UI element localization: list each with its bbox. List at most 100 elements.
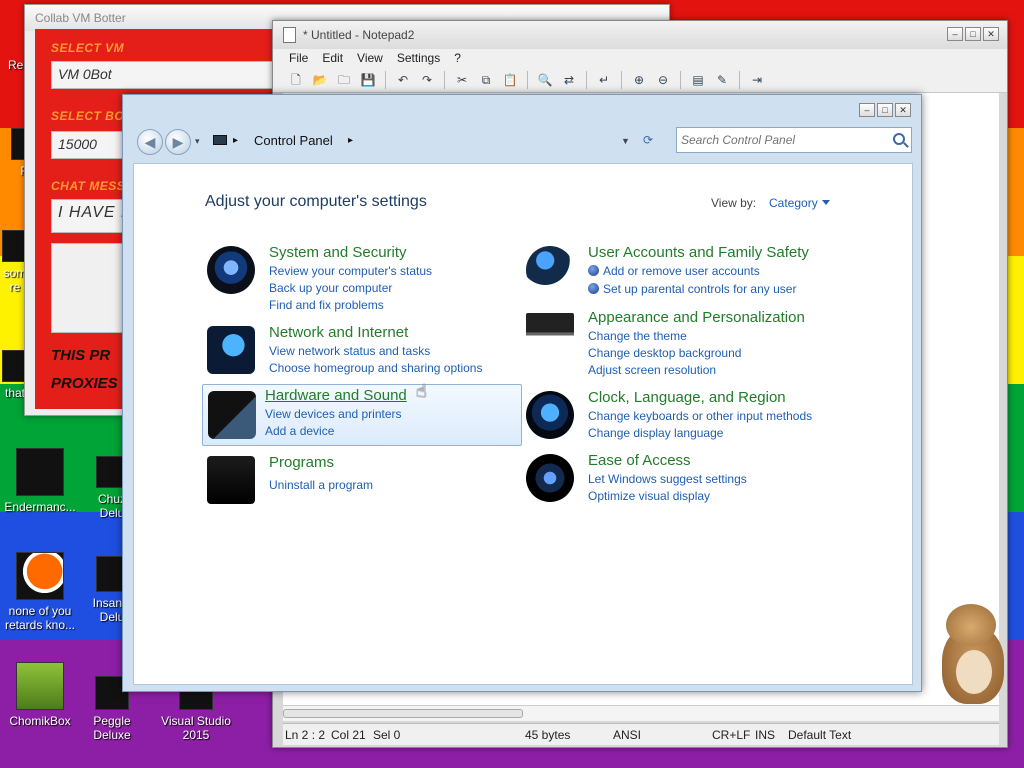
appearance-icon[interactable] bbox=[526, 313, 574, 345]
open-folder-icon[interactable]: 📂 bbox=[311, 71, 329, 89]
menu-view[interactable]: View bbox=[357, 49, 383, 67]
redo-icon[interactable]: ↷ bbox=[418, 71, 436, 89]
system-security-icon[interactable] bbox=[207, 246, 255, 294]
category-link[interactable]: Change keyboards or other input methods bbox=[588, 409, 812, 423]
desktop-icon-label: Peggle Deluxe bbox=[93, 714, 131, 742]
desktop-icon-chomikbox[interactable]: ChomikBox bbox=[0, 662, 80, 728]
close-button[interactable]: ✕ bbox=[983, 27, 999, 41]
zoom-out-icon[interactable]: ⊖ bbox=[654, 71, 672, 89]
menu-settings[interactable]: Settings bbox=[397, 49, 440, 67]
vm-input[interactable]: VM 0Bot bbox=[51, 61, 281, 89]
recent-pages-chevron-icon[interactable]: ▾ bbox=[195, 136, 200, 147]
status-selection: Sel 0 bbox=[373, 728, 401, 742]
search-box[interactable] bbox=[676, 127, 912, 153]
close-button[interactable]: ✕ bbox=[895, 103, 911, 117]
menu-edit[interactable]: Edit bbox=[322, 49, 343, 67]
horizontal-scrollbar[interactable] bbox=[283, 705, 999, 721]
desktop-icon-shortcut[interactable]: none of you retards kno... bbox=[0, 552, 80, 632]
category-link[interactable]: Back up your computer bbox=[269, 281, 392, 295]
maximize-button[interactable]: □ bbox=[965, 27, 981, 41]
category-title[interactable]: Programs bbox=[269, 454, 334, 471]
user-accounts-icon[interactable] bbox=[526, 246, 574, 294]
zoom-in-icon[interactable]: ⊕ bbox=[630, 71, 648, 89]
chevron-down-icon[interactable] bbox=[822, 200, 830, 205]
category-link[interactable]: Set up parental controls for any user bbox=[588, 282, 796, 296]
breadcrumb[interactable]: Control Panel bbox=[254, 133, 333, 148]
category-link[interactable]: Change desktop background bbox=[588, 346, 741, 360]
search-input[interactable] bbox=[677, 128, 887, 152]
category-title[interactable]: User Accounts and Family Safety bbox=[588, 244, 809, 261]
category-link[interactable]: View network status and tasks bbox=[269, 344, 430, 358]
hand-cursor-icon: ☝ bbox=[416, 381, 427, 401]
category-link[interactable]: Add a device bbox=[265, 424, 334, 438]
forward-button[interactable]: ▶ bbox=[165, 129, 191, 155]
chat-message-label: CHAT MESS bbox=[51, 179, 126, 193]
app-icon bbox=[16, 448, 64, 496]
clock-globe-icon[interactable] bbox=[526, 391, 574, 439]
refresh-icon[interactable]: ⟳ bbox=[643, 133, 653, 147]
category-link[interactable]: Change display language bbox=[588, 426, 723, 440]
menu-file[interactable]: File bbox=[289, 49, 308, 67]
category-title[interactable]: System and Security bbox=[269, 244, 407, 261]
category-title[interactable]: Hardware and Sound bbox=[265, 387, 407, 404]
control-panel-window: – □ ✕ ◀ ▶ ▾ ▸ Control Panel ▸ ▼ ⟳ Adjust… bbox=[122, 94, 922, 692]
find-icon[interactable]: 🔍 bbox=[536, 71, 554, 89]
desktop-icon-endermanch[interactable]: Endermanc... bbox=[0, 448, 80, 514]
status-column: Col 21 bbox=[331, 728, 366, 742]
breadcrumb-separator-icon[interactable]: ▸ bbox=[233, 135, 238, 146]
category-link[interactable]: Change the theme bbox=[588, 329, 687, 343]
browse-icon[interactable]: 🗀 bbox=[335, 71, 353, 89]
ease-of-access-icon[interactable] bbox=[526, 454, 574, 502]
category-hardware-sound[interactable]: Hardware and Sound View devices and prin… bbox=[202, 384, 522, 446]
notepad-title: * Untitled - Notepad2 bbox=[303, 28, 415, 42]
replace-icon[interactable]: ⇄ bbox=[560, 71, 578, 89]
status-encoding: ANSI bbox=[613, 728, 642, 742]
save-icon[interactable]: 💾 bbox=[359, 71, 377, 89]
category-title[interactable]: Appearance and Personalization bbox=[588, 309, 805, 326]
select-bot-label: SELECT BO bbox=[51, 109, 125, 123]
category-link[interactable]: Review your computer's status bbox=[269, 264, 432, 278]
scrollbar-thumb[interactable] bbox=[283, 709, 523, 718]
word-wrap-icon[interactable]: ↵ bbox=[595, 71, 613, 89]
cut-icon[interactable]: ✂ bbox=[453, 71, 471, 89]
copy-icon[interactable]: ⧉ bbox=[477, 71, 495, 89]
breadcrumb-separator-icon[interactable]: ▸ bbox=[348, 135, 353, 146]
category-user-accounts: User Accounts and Family Safety Add or r… bbox=[526, 244, 896, 300]
programs-icon[interactable] bbox=[207, 456, 255, 504]
customize-icon[interactable]: ✎ bbox=[713, 71, 731, 89]
new-file-icon[interactable]: 🗋 bbox=[287, 71, 305, 89]
paste-icon[interactable]: 📋 bbox=[501, 71, 519, 89]
category-title[interactable]: Clock, Language, and Region bbox=[588, 389, 786, 406]
view-by-dropdown[interactable]: Category bbox=[769, 196, 818, 210]
undo-icon[interactable]: ↶ bbox=[394, 71, 412, 89]
category-link[interactable]: Find and fix problems bbox=[269, 298, 384, 312]
toolbar-separator bbox=[527, 70, 528, 89]
menu-help[interactable]: ? bbox=[454, 49, 461, 67]
desktop-icon-label: none of you retards kno... bbox=[4, 604, 76, 632]
category-link[interactable]: Let Windows suggest settings bbox=[588, 472, 747, 486]
control-panel-content: Adjust your computer's settings View by:… bbox=[133, 163, 913, 685]
category-link[interactable]: Choose homegroup and sharing options bbox=[269, 361, 482, 375]
category-appearance: Appearance and Personalization Change th… bbox=[526, 309, 896, 381]
category-title[interactable]: Network and Internet bbox=[269, 324, 408, 341]
category-link[interactable]: Uninstall a program bbox=[269, 478, 373, 492]
category-link-text: Add or remove user accounts bbox=[603, 264, 760, 278]
category-link[interactable]: Optimize visual display bbox=[588, 489, 710, 503]
address-dropdown-icon[interactable]: ▼ bbox=[621, 136, 630, 146]
maximize-button[interactable]: □ bbox=[877, 103, 893, 117]
toolbar-separator bbox=[739, 70, 740, 89]
minimize-button[interactable]: – bbox=[947, 27, 963, 41]
category-link[interactable]: Add or remove user accounts bbox=[588, 264, 760, 278]
exit-icon[interactable]: ⇥ bbox=[748, 71, 766, 89]
scheme-icon[interactable]: ▤ bbox=[689, 71, 707, 89]
category-clock-language-region: Clock, Language, and Region Change keybo… bbox=[526, 389, 896, 445]
status-size: 45 bytes bbox=[525, 728, 571, 742]
category-title[interactable]: Ease of Access bbox=[588, 452, 691, 469]
back-button[interactable]: ◀ bbox=[137, 129, 163, 155]
hardware-sound-icon[interactable] bbox=[208, 391, 256, 439]
category-link[interactable]: View devices and printers bbox=[265, 407, 402, 421]
network-internet-icon[interactable] bbox=[207, 326, 255, 374]
category-link[interactable]: Adjust screen resolution bbox=[588, 363, 716, 377]
minimize-button[interactable]: – bbox=[859, 103, 875, 117]
search-icon[interactable] bbox=[893, 133, 905, 145]
